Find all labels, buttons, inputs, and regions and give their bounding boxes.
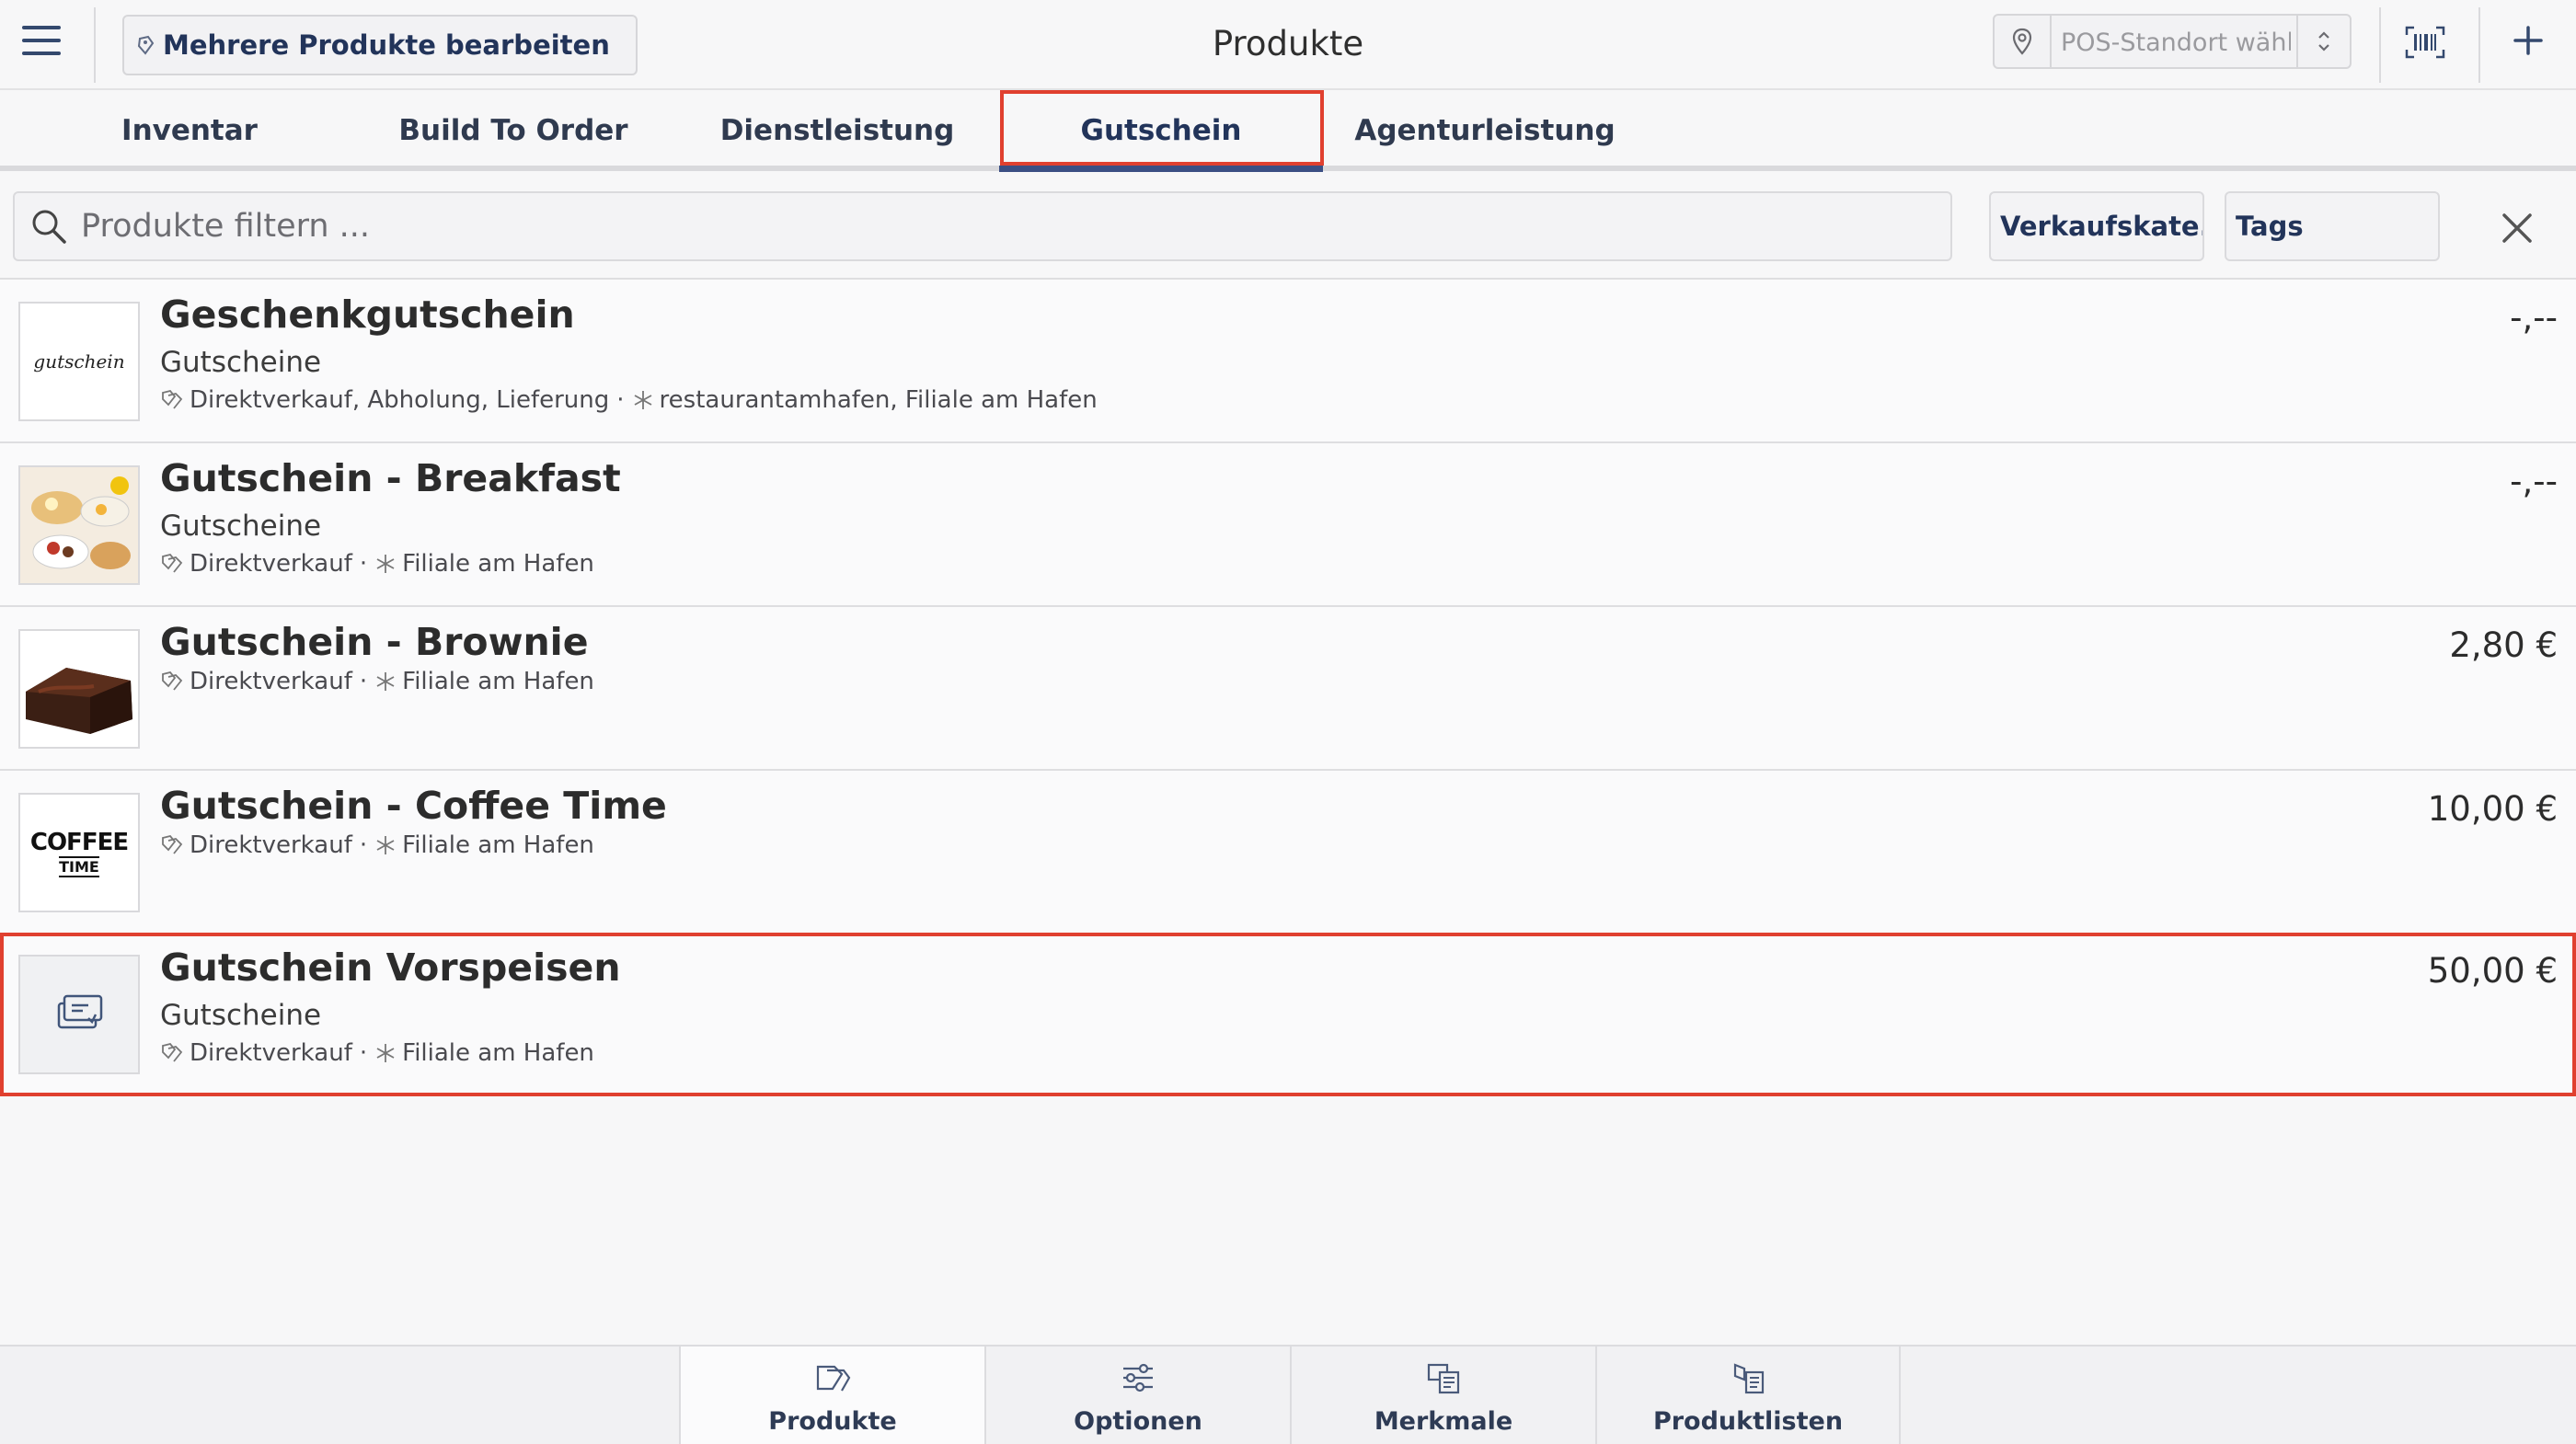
product-category: Gutscheine: [160, 346, 322, 379]
brownie-photo: [20, 631, 138, 747]
product-thumbnail: [18, 629, 140, 749]
product-meta: Direktverkauf · Filiale am Hafen: [160, 550, 594, 578]
chevron-updown-icon: [2296, 16, 2350, 67]
time-logo-text: TIME: [59, 855, 99, 877]
product-channels: Direktverkauf: [190, 550, 352, 578]
snowflake-icon: [376, 836, 395, 854]
bottom-navigation: Produkte Optionen Merkmale Produktlisten: [0, 1345, 2576, 1444]
product-tag-icon: [137, 35, 155, 55]
product-locations: Filiale am Hafen: [402, 668, 594, 695]
bottom-tab-label: Produkte: [768, 1407, 897, 1436]
product-channels: Direktverkauf: [190, 668, 352, 695]
tab-highlight-box: [1000, 90, 1324, 166]
pos-location-select[interactable]: POS-Standort wählen...: [1993, 14, 2352, 69]
pos-location-placeholder: POS-Standort wählen...: [2061, 29, 2291, 57]
product-channels: Direktverkauf, Abholung, Lieferung: [190, 386, 610, 414]
product-thumbnail: [18, 465, 140, 585]
snowflake-icon: [376, 555, 395, 573]
header-divider: [94, 7, 96, 83]
product-name: Geschenkgutschein: [160, 292, 575, 337]
product-price: 50,00 €: [2427, 951, 2558, 991]
snowflake-icon: [376, 672, 395, 691]
product-meta: Direktverkauf · Filiale am Hafen: [160, 668, 594, 695]
tab-agenturleistung[interactable]: Agenturleistung: [1323, 90, 1647, 171]
product-meta: Direktverkauf · Filiale am Hafen: [160, 1039, 594, 1067]
product-category: Gutscheine: [160, 510, 322, 543]
search-icon: [32, 210, 66, 244]
tags-icon: [162, 389, 183, 409]
product-channels: Direktverkauf: [190, 1039, 352, 1067]
attributes-icon: [1427, 1363, 1460, 1394]
hamburger-icon: [22, 26, 61, 29]
product-meta: Direktverkauf, Abholung, Lieferung · res…: [160, 386, 1098, 414]
product-meta: Direktverkauf · Filiale am Hafen: [160, 831, 594, 859]
product-locations: Filiale am Hafen: [402, 1039, 594, 1067]
plus-icon[interactable]: [2508, 20, 2552, 64]
product-list: gutschein Geschenkgutschein Gutscheine D…: [0, 278, 2576, 1096]
tab-build-to-order[interactable]: Build To Order: [351, 90, 675, 171]
product-price: -,--: [2510, 298, 2558, 338]
product-tags-icon: [816, 1365, 851, 1392]
bottom-tab-produktlisten[interactable]: Produktlisten: [1595, 1347, 1901, 1444]
sliders-icon: [1123, 1363, 1153, 1392]
product-name: Gutschein - Coffee Time: [160, 784, 667, 828]
edit-button-label: Mehrere Produkte bearbeiten: [163, 29, 610, 61]
page-title: Produkte: [1212, 24, 1364, 63]
product-thumbnail: COFFEE TIME: [18, 793, 140, 912]
snowflake-icon: [376, 1044, 395, 1062]
bottom-tab-merkmale[interactable]: Merkmale: [1290, 1347, 1595, 1444]
product-price: -,--: [2510, 462, 2558, 501]
product-row[interactable]: gutschein Geschenkgutschein Gutscheine D…: [0, 278, 2576, 441]
tags-icon: [162, 553, 183, 573]
product-name: Gutschein - Brownie: [160, 620, 589, 664]
menu-button[interactable]: [22, 26, 64, 63]
map-pin-icon: [1995, 16, 2052, 67]
product-search-input[interactable]: Produkte filtern ...: [13, 191, 1952, 261]
product-name: Gutschein Vorspeisen: [160, 945, 621, 990]
tags-filter-button[interactable]: Tags: [2225, 191, 2440, 261]
barcode-scanner-icon[interactable]: [2405, 26, 2449, 63]
product-locations: Filiale am Hafen: [402, 550, 594, 578]
bottom-tab-produkte[interactable]: Produkte: [679, 1347, 984, 1444]
product-row[interactable]: COFFEE TIME Gutschein - Coffee Time Dire…: [0, 769, 2576, 933]
header-divider: [2379, 7, 2381, 83]
tags-icon: [162, 670, 183, 691]
top-header: Mehrere Produkte bearbeiten Produkte POS…: [0, 0, 2576, 90]
tags-icon: [162, 834, 183, 854]
tab-inventar[interactable]: Inventar: [28, 90, 351, 171]
bottom-tab-label: Produktlisten: [1652, 1407, 1844, 1436]
edit-multiple-products-button[interactable]: Mehrere Produkte bearbeiten: [122, 15, 638, 75]
product-row[interactable]: Gutschein - Breakfast Gutscheine Direktv…: [0, 441, 2576, 605]
active-tab-indicator: [999, 166, 1323, 172]
product-locations: restaurantamhafen, Filiale am Hafen: [659, 386, 1098, 414]
product-channels: Direktverkauf: [190, 831, 352, 859]
header-divider: [2478, 7, 2480, 83]
breakfast-photo: [20, 467, 138, 583]
product-category: Gutscheine: [160, 999, 322, 1032]
sales-category-filter-button[interactable]: Verkaufskate...: [1989, 191, 2204, 261]
product-name: Gutschein - Breakfast: [160, 456, 621, 500]
search-placeholder: Produkte filtern ...: [81, 208, 371, 245]
product-row[interactable]: Gutschein - Brownie Direktverkauf · Fili…: [0, 605, 2576, 769]
coffee-logo-text: COFFEE: [29, 828, 129, 856]
voucher-placeholder-icon: [57, 994, 103, 1029]
snowflake-icon: [634, 391, 651, 409]
gutschein-script-text: gutschein: [33, 350, 125, 372]
bottom-tab-label: Merkmale: [1374, 1407, 1513, 1436]
product-list-icon: [1733, 1363, 1765, 1394]
bottom-tab-label: Optionen: [1074, 1407, 1202, 1436]
product-thumbnail: gutschein: [18, 302, 140, 421]
product-thumbnail: [18, 955, 140, 1074]
product-price: 10,00 €: [2427, 789, 2558, 829]
product-locations: Filiale am Hafen: [402, 831, 594, 859]
close-icon[interactable]: [2499, 210, 2536, 246]
product-row[interactable]: Gutschein Vorspeisen Gutscheine Direktve…: [0, 933, 2576, 1096]
tags-icon: [162, 1042, 183, 1062]
bottom-tab-optionen[interactable]: Optionen: [984, 1347, 1290, 1444]
product-price: 2,80 €: [2449, 625, 2558, 665]
tab-dienstleistung[interactable]: Dienstleistung: [675, 90, 999, 171]
